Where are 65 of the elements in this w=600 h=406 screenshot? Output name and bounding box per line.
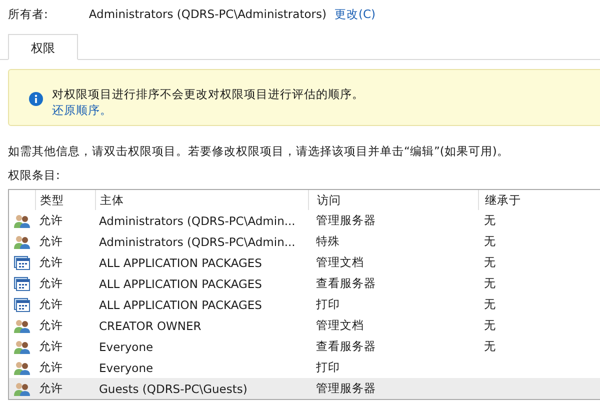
- table-cell: ALL APPLICATION PACKAGES: [99, 298, 262, 312]
- table-cell: 无: [484, 297, 496, 311]
- table-row[interactable]: 允许 CREATOR OWNER 管理文档 无: [9, 315, 600, 336]
- users-icon: [14, 360, 30, 374]
- table-cell: 管理服务器: [316, 381, 376, 395]
- info-icon: [29, 92, 43, 106]
- table-row[interactable]: 允许 Everyone 打印: [9, 357, 600, 378]
- table-cell: Guests (QDRS-PC\Guests): [99, 382, 248, 396]
- table-cell: 无: [484, 213, 496, 227]
- column-header[interactable]: 继承于: [478, 190, 600, 210]
- table-cell: 查看服务器: [316, 339, 376, 353]
- column-header[interactable]: 类型: [35, 190, 95, 210]
- owner-value: Administrators (QDRS-PC\Administrators): [88, 7, 326, 21]
- table-cell: CREATOR OWNER: [99, 318, 202, 332]
- column-header[interactable]: 访问: [308, 190, 478, 210]
- app-window-icon: [14, 256, 30, 270]
- table-row[interactable]: 允许 Administrators (QDRS-PC\Admin... 特殊 无: [9, 231, 600, 252]
- instruction-text: 如需其他信息，请双击权限项目。若要修改权限项目，请选择该项目并单击“编辑”(如果可用)。: [8, 144, 510, 159]
- table-row[interactable]: 允许 ALL APPLICATION PACKAGES 管理文档 无: [9, 252, 600, 273]
- table-cell: 允许: [39, 276, 63, 290]
- info-text: 对权限项目进行排序不会更改对权限项目进行评估的顺序。: [52, 86, 364, 102]
- table-cell: 允许: [39, 360, 63, 374]
- table-cell: 无: [484, 276, 496, 290]
- table-row[interactable]: 允许 Guests (QDRS-PC\Guests) 管理服务器: [9, 378, 600, 399]
- table-cell: 无: [484, 339, 496, 353]
- table-cell: 管理文档: [316, 255, 364, 269]
- table-cell: 允许: [39, 318, 63, 332]
- table-cell: ALL APPLICATION PACKAGES: [99, 256, 262, 270]
- table-cell: 允许: [39, 213, 63, 227]
- restore-order-link[interactable]: 还原顺序。: [52, 102, 364, 118]
- column-header[interactable]: 主体: [95, 190, 308, 210]
- table-cell: Everyone: [99, 360, 154, 374]
- table-cell: 允许: [39, 255, 63, 269]
- users-icon: [14, 340, 30, 354]
- users-icon: [14, 382, 30, 396]
- table-cell: 无: [484, 318, 496, 332]
- table-cell: 允许: [39, 297, 63, 311]
- owner-label: 所有者:: [8, 6, 48, 22]
- table-cell: 允许: [39, 234, 63, 248]
- users-icon: [14, 234, 30, 248]
- table-cell: 无: [484, 234, 496, 248]
- table-row[interactable]: 允许 ALL APPLICATION PACKAGES 打印 无: [9, 294, 600, 315]
- table-row[interactable]: 允许 Everyone 查看服务器 无: [9, 336, 600, 357]
- table-cell: Administrators (QDRS-PC\Admin...: [99, 234, 296, 248]
- table-row[interactable]: 允许 Administrators (QDRS-PC\Admin... 管理服务器 无: [9, 210, 600, 231]
- table-cell: 管理文档: [316, 318, 364, 332]
- table-cell: Administrators (QDRS-PC\Admin...: [99, 214, 296, 228]
- tab[interactable]: 权限: [8, 34, 78, 60]
- table-cell: Everyone: [99, 340, 154, 354]
- app-window-icon: [14, 298, 30, 312]
- table-cell: 无: [484, 255, 496, 269]
- users-icon: [14, 214, 30, 228]
- table-cell: 管理服务器: [316, 213, 376, 227]
- table-label: 权限条目:: [8, 168, 61, 183]
- app-window-icon: [14, 276, 30, 290]
- users-icon: [14, 318, 30, 332]
- table-cell: 允许: [39, 381, 63, 395]
- change-link[interactable]: 更改(C): [334, 6, 376, 22]
- table-cell: 特殊: [316, 234, 340, 248]
- table-row[interactable]: 允许 ALL APPLICATION PACKAGES 查看服务器 无: [9, 273, 600, 294]
- table-cell: ALL APPLICATION PACKAGES: [99, 276, 262, 290]
- table-cell: 打印: [316, 360, 340, 374]
- table-cell: 查看服务器: [316, 276, 376, 290]
- table-cell: 允许: [39, 339, 63, 353]
- table-cell: 打印: [316, 297, 340, 311]
